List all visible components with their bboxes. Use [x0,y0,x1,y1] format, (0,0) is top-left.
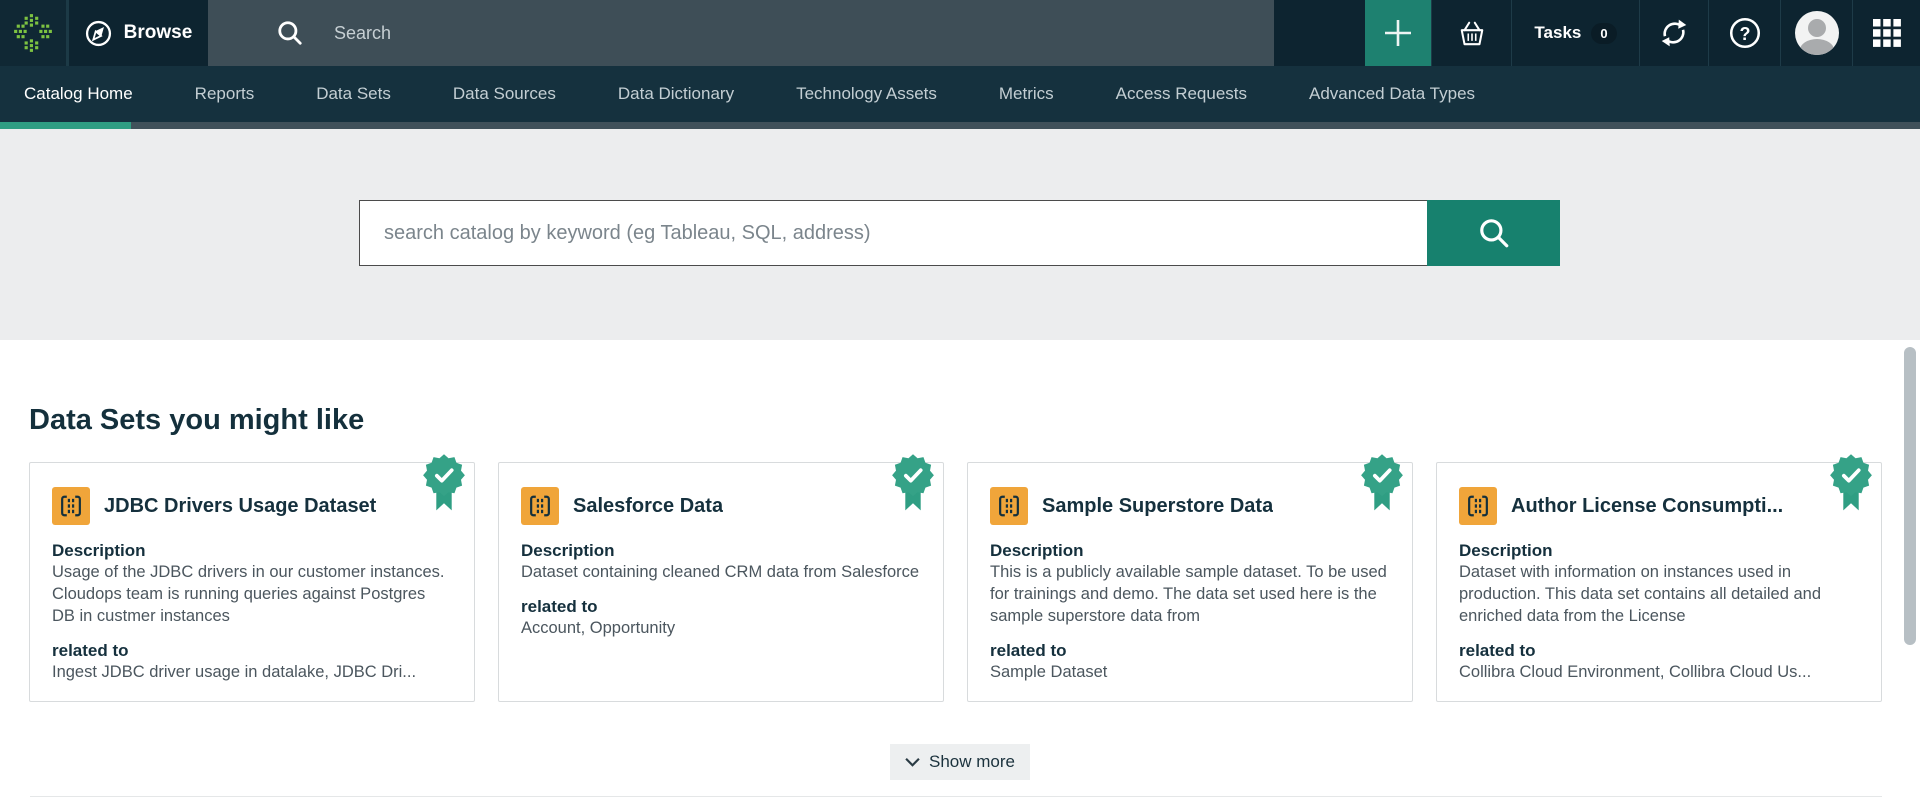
global-search-bar[interactable] [208,0,1274,66]
description-text: This is a publicly available sample data… [990,561,1390,627]
show-more-label: Show more [929,752,1015,772]
tasks-count-badge: 0 [1591,23,1616,44]
dataset-card-salesforce[interactable]: Salesforce Data Description Dataset cont… [498,462,944,702]
catalog-search-input[interactable] [359,200,1427,266]
related-to-value: Sample Dataset [990,661,1390,683]
show-more-button[interactable]: Show more [890,744,1030,780]
certified-badge-icon [422,453,466,515]
related-to-label: related to [521,597,921,617]
data-set-icon [52,487,90,525]
plus-icon [1381,16,1415,50]
compass-icon [85,20,112,47]
active-tab-underline [0,122,131,129]
certified-badge-icon [1829,453,1873,515]
tab-data-sources[interactable]: Data Sources [453,84,556,104]
sync-icon [1658,17,1690,49]
related-to-label: related to [990,641,1390,661]
dataset-card-superstore[interactable]: Sample Superstore Data Description This … [967,462,1413,702]
basket-icon [1457,19,1487,47]
browse-button[interactable]: Browse [69,0,208,66]
chevron-down-icon [905,757,920,767]
help-button[interactable]: ? [1708,0,1780,66]
topbar-spacer [1274,0,1365,66]
description-label: Description [52,541,452,561]
description-text: Usage of the JDBC drivers in our custome… [52,561,452,627]
search-icon [276,19,304,47]
description-text: Dataset with information on instances us… [1459,561,1859,627]
related-to-value: Collibra Cloud Environment, Collibra Clo… [1459,661,1859,683]
tab-reports[interactable]: Reports [195,84,255,104]
avatar [1795,11,1839,55]
card-title[interactable]: Sample Superstore Data [1042,495,1273,518]
help-icon: ? [1727,15,1763,51]
description-label: Description [521,541,921,561]
dataset-card-author-license[interactable]: Author License Consumpti... Description … [1436,462,1882,702]
data-basket-button[interactable] [1431,0,1511,66]
tab-technology-assets[interactable]: Technology Assets [796,84,937,104]
catalog-search-hero [0,129,1920,340]
card-title[interactable]: JDBC Drivers Usage Dataset [104,495,376,518]
description-text: Dataset containing cleaned CRM data from… [521,561,921,583]
catalog-search-button[interactable] [1427,200,1560,266]
card-title[interactable]: Salesforce Data [573,495,723,518]
nav-bottom-strip [0,122,1920,129]
dataset-cards-row: JDBC Drivers Usage Dataset Description U… [29,462,1891,702]
tab-advanced-data-types[interactable]: Advanced Data Types [1309,84,1475,104]
data-set-icon [990,487,1028,525]
related-to-label: related to [52,641,452,661]
description-label: Description [990,541,1390,561]
card-title[interactable]: Author License Consumpti... [1511,495,1783,518]
tasks-label: Tasks [1534,23,1581,43]
data-set-icon [1459,487,1497,525]
certified-badge-icon [891,453,935,515]
section-divider [30,796,1882,797]
svg-text:?: ? [1739,24,1750,44]
browse-label: Browse [124,22,193,44]
tab-access-requests[interactable]: Access Requests [1116,84,1247,104]
sync-button[interactable] [1639,0,1708,66]
collibra-logo-icon [12,12,54,54]
dataset-card-jdbc[interactable]: JDBC Drivers Usage Dataset Description U… [29,462,475,702]
tab-data-dictionary[interactable]: Data Dictionary [618,84,734,104]
vertical-scrollbar[interactable] [1904,347,1916,645]
search-icon [1477,216,1511,250]
catalog-nav: Catalog Home Reports Data Sets Data Sour… [0,66,1920,122]
user-menu-button[interactable] [1780,0,1852,66]
tab-catalog-home[interactable]: Catalog Home [24,84,133,104]
data-set-icon [521,487,559,525]
global-search-input[interactable] [334,23,934,44]
page-title: Data Sets you might like [29,404,1920,437]
related-to-label: related to [1459,641,1859,661]
tab-data-sets[interactable]: Data Sets [316,84,391,104]
grid-icon [1871,17,1903,49]
add-button[interactable] [1365,0,1431,66]
top-bar: Browse Tasks 0 [0,0,1920,66]
tab-metrics[interactable]: Metrics [999,84,1054,104]
certified-badge-icon [1360,453,1404,515]
collibra-logo[interactable] [0,0,69,66]
app-switcher-button[interactable] [1852,0,1920,66]
description-label: Description [1459,541,1859,561]
tasks-button[interactable]: Tasks 0 [1511,0,1639,66]
related-to-value: Account, Opportunity [521,617,921,639]
related-to-value: Ingest JDBC driver usage in datalake, JD… [52,661,452,683]
